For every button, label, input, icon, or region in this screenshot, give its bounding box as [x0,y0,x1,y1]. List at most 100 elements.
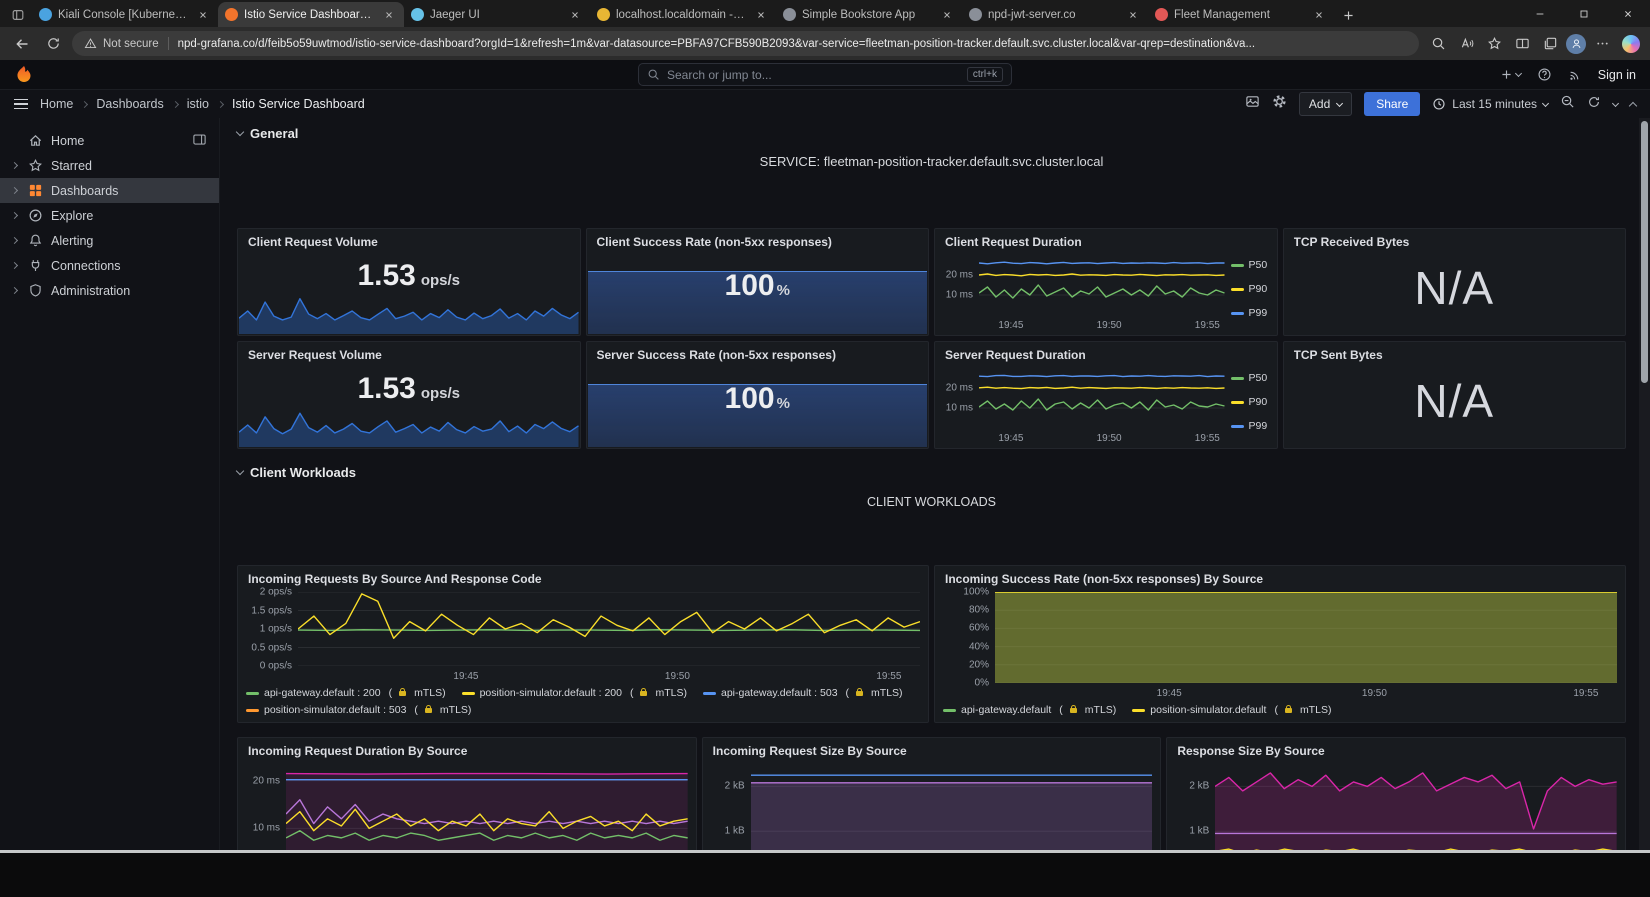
time-range-picker[interactable]: Last 15 minutes [1432,97,1550,111]
chart-plot[interactable]: 19:4519:5019:55 [995,592,1617,699]
refresh-interval-caret[interactable] [1611,99,1620,107]
scrollbar-thumb[interactable] [1641,121,1648,383]
search-input[interactable]: Search or jump to... ctrl+k [638,63,1012,86]
breadcrumb-item-home[interactable]: Home [40,97,73,111]
panel-title[interactable]: Incoming Request Size By Source [713,744,1151,758]
window-maximize-button[interactable] [1562,0,1606,27]
sidebar-item-alerting[interactable]: Alerting [0,228,219,253]
browser-tab-kiali-console-kubernetes[interactable]: Kiali Console [Kubernetes] [32,2,218,27]
tab-actions-icon[interactable] [4,3,32,27]
panel-title[interactable]: TCP Sent Bytes [1294,348,1616,362]
profile-avatar[interactable] [1566,33,1586,54]
sparkline-chart[interactable] [239,401,579,447]
tab-close-icon[interactable] [753,7,769,23]
breadcrumb-item-dashboards[interactable]: Dashboards [96,97,163,111]
breadcrumb-item-istio[interactable]: istio [187,97,209,111]
panel-title[interactable]: Server Request Volume [248,348,570,362]
legend-item-p90[interactable]: P90 [1230,281,1269,297]
sidebar-item-explore[interactable]: Explore [0,203,219,228]
panel-title[interactable]: Client Request Volume [248,235,570,249]
new-tab-button[interactable] [1334,3,1362,27]
chevron-right-icon[interactable] [8,161,20,170]
menu-toggle-icon[interactable] [14,98,28,110]
legend-item-api-gateway-default-200[interactable]: api-gateway.default : 200 (mTLS) [246,685,446,701]
chevron-right-icon[interactable] [8,286,20,295]
zoom-out-button[interactable] [1560,94,1575,114]
legend-item-position-simulator-default[interactable]: position-simulator.default (mTLS) [1132,702,1331,718]
legend-item-p50[interactable]: P50 [1230,257,1269,273]
legend-item-p90[interactable]: P90 [1230,394,1269,410]
scrollbar-track[interactable] [1639,118,1650,850]
window-minimize-button[interactable] [1518,0,1562,27]
news-button[interactable] [1568,68,1582,82]
dock-sidebar-icon[interactable] [192,132,207,150]
chart-plot[interactable]: 19:4519:5019:55 [286,764,688,850]
panel-title[interactable]: Server Request Duration [945,348,1267,362]
panel-title[interactable]: Incoming Success Rate (non-5xx responses… [945,572,1615,586]
chevron-right-icon[interactable] [8,236,20,245]
sidebar-item-administration[interactable]: Administration [0,278,219,303]
tab-close-icon[interactable] [567,7,583,23]
legend-item-api-gateway-default[interactable]: api-gateway.default (mTLS) [943,702,1116,718]
address-bar[interactable]: Not secure npd-grafana.co/d/feib5o59uwtm… [72,31,1419,56]
read-aloud-icon[interactable] [1454,32,1478,56]
panel-title[interactable]: Server Success Rate (non-5xx responses) [597,348,919,362]
sparkline-chart[interactable] [239,288,579,334]
back-button[interactable] [10,32,34,56]
legend-item-p99[interactable]: P99 [1230,418,1269,434]
snapshot-icon[interactable] [1245,94,1260,114]
chart-plot[interactable]: 19:4519:5019:55 [298,592,920,682]
browser-tab-fleet-management[interactable]: Fleet Management [1148,2,1334,27]
tab-close-icon[interactable] [195,7,211,23]
share-button[interactable]: Share [1364,92,1421,116]
sidebar-item-starred[interactable]: Starred [0,153,219,178]
more-menu-icon[interactable] [1590,32,1614,56]
collapse-toolbar-icon[interactable] [1628,101,1638,110]
panel-title[interactable]: Client Success Rate (non-5xx responses) [597,235,919,249]
panel-title[interactable]: Incoming Request Duration By Source [248,744,686,758]
browser-tab-jaeger-ui[interactable]: Jaeger UI [404,2,590,27]
browser-tab-simple-bookstore-app[interactable]: Simple Bookstore App [776,2,962,27]
chart-plot[interactable]: 19:4519:5019:55 [1215,764,1617,850]
legend-item-position-simulator-default-503[interactable]: position-simulator.default : 503 (mTLS) [246,702,471,718]
browser-tab-istio-service-dashboard-istio[interactable]: Istio Service Dashboard - istio - [218,2,404,27]
browser-tab-npd-jwt-server-co[interactable]: npd-jwt-server.co [962,2,1148,27]
sign-in-button[interactable]: Sign in [1598,68,1636,82]
sidebar-item-dashboards[interactable]: Dashboards [0,178,219,203]
add-button[interactable]: Add [1298,92,1353,116]
panel-title[interactable]: Response Size By Source [1177,744,1615,758]
new-dropdown-button[interactable] [1500,68,1522,81]
chart-plot[interactable]: 19:4519:5019:55 [750,764,1153,850]
sidebar-item-connections[interactable]: Connections [0,253,219,278]
legend-item-api-gateway-default-503[interactable]: api-gateway.default : 503 (mTLS) [702,685,903,701]
section-client-workloads[interactable]: Client Workloads [235,463,1626,481]
legend-item-p99[interactable]: P99 [1230,305,1269,321]
collections-icon[interactable] [1538,32,1562,56]
split-screen-icon[interactable] [1510,32,1534,56]
legend-item-p50[interactable]: P50 [1230,370,1269,386]
refresh-page-button[interactable] [41,32,65,56]
legend-item-position-simulator-default-200[interactable]: position-simulator.default : 200 (mTLS) [461,685,687,701]
refresh-dashboard-button[interactable] [1587,95,1601,114]
panel-title[interactable]: Incoming Requests By Source And Response… [248,572,918,586]
tab-close-icon[interactable] [381,7,397,23]
chevron-right-icon[interactable] [8,186,20,195]
panel-title[interactable]: TCP Received Bytes [1294,235,1616,249]
help-button[interactable] [1537,67,1552,82]
dashboard-settings-icon[interactable] [1272,94,1287,114]
window-close-button[interactable] [1606,0,1650,27]
tab-close-icon[interactable] [939,7,955,23]
breadcrumb-item-istio-service-dashboard[interactable]: Istio Service Dashboard [232,97,365,111]
chart-plot[interactable]: 19:4519:5019:55 [979,255,1225,331]
zoom-icon[interactable] [1426,32,1450,56]
grafana-logo-icon[interactable] [14,65,34,85]
section-general[interactable]: General [235,124,1626,142]
favorites-star-icon[interactable] [1482,32,1506,56]
tab-close-icon[interactable] [1125,7,1141,23]
panel-title[interactable]: Client Request Duration [945,235,1267,249]
sidebar-item-home[interactable]: Home [0,128,219,153]
chart-plot[interactable]: 19:4519:5019:55 [979,368,1225,444]
chevron-right-icon[interactable] [8,211,20,220]
browser-tab-localhost-localdomain-vmware[interactable]: localhost.localdomain - VMware [590,2,776,27]
chevron-right-icon[interactable] [8,261,20,270]
